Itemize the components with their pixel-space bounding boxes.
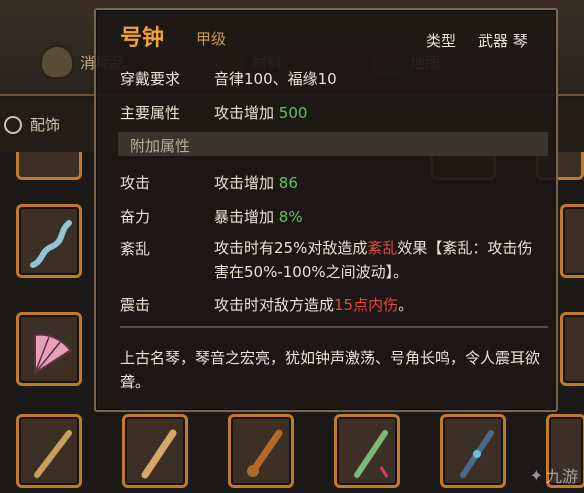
inventory-slot[interactable] (440, 414, 506, 488)
inventory-slot[interactable] (16, 204, 82, 278)
inventory-slot[interactable] (228, 414, 294, 488)
inventory-slot[interactable] (334, 414, 400, 488)
flavor-text: 上古名琴，琴音之宏亮，犹如钟声激荡、号角长鸣，令人震耳欲聋。 (120, 349, 541, 391)
main-attr: 攻击增加 500 (214, 102, 307, 123)
inventory-slot[interactable] (16, 312, 82, 386)
chaos-desc: 攻击时有25%对敌造成紊乱效果【紊乱：攻击伤害在50%-100%之间波动】。 (214, 236, 544, 284)
inventory-slot[interactable] (122, 414, 188, 488)
shock-highlight: 15点内伤 (334, 296, 399, 314)
instrument-icon (141, 429, 177, 479)
chaos-desc-pre: 攻击时有25%对敌造成 (214, 239, 368, 257)
inventory-slot[interactable] (560, 312, 584, 386)
jade-flute-icon (354, 430, 389, 478)
attack-attr: 攻击增加 86 (214, 172, 298, 193)
main-attr-text: 攻击增加 (214, 104, 275, 122)
attack-text: 攻击增加 (214, 174, 275, 192)
shock-label: 震击 (120, 296, 151, 314)
main-attr-value: 500 (278, 104, 308, 122)
fury-text: 暴击增加 (214, 208, 275, 226)
inventory-slot[interactable] (16, 414, 82, 488)
flute-icon (30, 220, 72, 268)
inventory-slot[interactable] (560, 204, 584, 278)
potion-icon (40, 45, 74, 79)
attack-label: 攻击 (120, 174, 151, 192)
fan-icon (34, 333, 73, 375)
watermark-logo-icon: ✦ (529, 465, 543, 485)
item-grade: 甲级 (196, 30, 227, 48)
fury-label: 奋力 (120, 208, 151, 226)
staff-icon (34, 430, 72, 478)
extra-attr-header: 附加属性 (118, 132, 548, 156)
extra-attr-title: 附加属性 (130, 137, 191, 155)
shock-desc-pre: 攻击时对敌方造成 (214, 296, 335, 314)
watermark: ✦ 九游 (530, 463, 578, 487)
chaos-keyword: 紊乱 (367, 239, 398, 257)
fury-attr: 暴击增加 8% (214, 206, 303, 227)
watermark-text: 九游 (545, 467, 578, 486)
shock-desc: 攻击时对敌方造成15点内伤。 (214, 294, 413, 315)
item-tooltip: 号钟 甲级 类型 武器 琴 穿戴要求 音律100、福缘10 主要属性 攻击增加 … (94, 8, 558, 412)
requirement-label: 穿戴要求 (120, 70, 181, 88)
pipa-icon (247, 429, 283, 477)
filter-accessory[interactable]: 配饰 (4, 114, 60, 135)
chaos-label: 紊乱 (120, 240, 151, 258)
item-type-value: 武器 琴 (478, 32, 528, 50)
divider (120, 326, 548, 328)
fury-value: 8% (278, 208, 303, 226)
item-name: 号钟 (120, 26, 165, 51)
main-attr-label: 主要属性 (120, 104, 181, 122)
inventory-slot[interactable] (16, 152, 82, 180)
filter-accessory-label: 配饰 (30, 116, 61, 134)
radio-icon[interactable] (4, 115, 22, 134)
item-type-label: 类型 (426, 32, 457, 50)
attack-value: 86 (278, 174, 298, 192)
shock-desc-post: 。 (398, 296, 414, 314)
ornate-staff-icon (460, 430, 494, 478)
requirement-value: 音律100、福缘10 (214, 70, 337, 88)
